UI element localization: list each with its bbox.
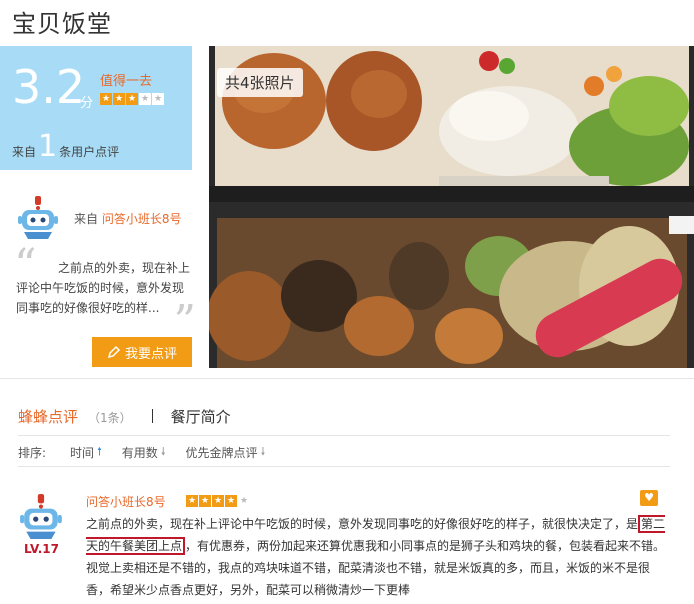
restaurant-photo[interactable]: 共4张照片 — [209, 46, 694, 368]
arrow-up-icon: 🠕 — [97, 445, 102, 458]
review-stars: ★ ★ ★ ★ ★ — [186, 495, 250, 507]
star-icon: ★ — [199, 495, 211, 507]
review-text: 之前点的外卖，现在补上评论中午吃饭的时候，意外发现同事吃的好像很好吃的样子，就很… — [86, 513, 670, 601]
score-value: 3.2 — [12, 60, 86, 114]
sort-gold-label: 优先金牌点评 — [185, 446, 258, 460]
from-suffix: 条用户点评 — [59, 145, 120, 159]
sort-useful-label: 有用数 — [121, 446, 158, 460]
sort-by-useful[interactable]: 有用数 🠗 — [122, 443, 166, 462]
featured-username[interactable]: 问答小班长8号 — [102, 212, 182, 226]
featured-from-label: 来自 — [74, 211, 99, 226]
featured-from: 来自 问答小班长8号 — [74, 210, 181, 227]
heart-icon[interactable]: ♥ — [640, 490, 658, 506]
tab-separator — [151, 409, 153, 423]
tab-intro[interactable]: 餐厅简介 — [171, 406, 231, 427]
review-count: 1 — [38, 129, 58, 164]
sort-bar: 排序: 时间 🠕 有用数 🠗 优先金牌点评 🠗 — [18, 443, 285, 462]
write-review-label: 我要点评 — [124, 346, 177, 362]
review-text-part1: 之前点的外卖，现在补上评论中午吃饭的时候，意外发现同事吃的好像很好吃的样子，就很… — [86, 517, 639, 531]
star-icon: ★ — [212, 495, 224, 507]
write-review-button[interactable]: 我要点评 — [92, 337, 192, 367]
score-panel: 3.2 分 值得一去 ★ ★ ★ ★ ★ 来自 1 条用户点评 — [0, 46, 192, 170]
arrow-down-icon: 🠗 — [160, 445, 166, 458]
sort-by-time[interactable]: 时间 🠕 — [70, 443, 102, 462]
star-empty-icon: ★ — [152, 93, 164, 105]
review-username[interactable]: 问答小班长8号 — [86, 493, 166, 510]
score-tag: 值得一去 — [100, 74, 153, 89]
star-icon: ★ — [100, 93, 112, 105]
robot-avatar-icon — [18, 196, 58, 239]
star-icon: ★ — [126, 93, 138, 105]
from-prefix: 来自 — [12, 145, 37, 159]
sort-by-gold[interactable]: 优先金牌点评 🠗 — [186, 443, 266, 462]
reviewer-level: LV.17 — [24, 542, 59, 556]
star-empty-icon: ★ — [238, 495, 250, 507]
score-stars: ★ ★ ★ ★ ★ — [100, 93, 164, 105]
star-icon: ★ — [225, 495, 237, 507]
photo-count-badge[interactable]: 共4张照片 — [217, 68, 303, 97]
section-divider — [0, 378, 694, 379]
review-count-line: 来自 1 条用户点评 — [12, 132, 119, 162]
featured-quote-text: 之前点的外卖，现在补上评论中午吃饭的时候，意外发现同事吃的好像很好吃的样... — [16, 261, 191, 315]
reviewer-avatar-icon[interactable] — [20, 494, 64, 540]
featured-quote: “ 之前点的外卖，现在补上评论中午吃饭的时候，意外发现同事吃的好像很好吃的样..… — [14, 244, 196, 344]
review-tabs: 蜂蜂点评 （1条） 餐厅简介 — [18, 406, 670, 436]
pencil-icon — [107, 345, 121, 359]
arrow-down-icon: 🠗 — [260, 445, 266, 458]
sort-time-label: 时间 — [70, 446, 95, 460]
score-unit: 分 — [80, 96, 94, 111]
tab-reviews-count: （1条） — [88, 411, 132, 425]
featured-reviewer: 来自 问答小班长8号 — [18, 196, 181, 240]
star-icon: ★ — [113, 93, 125, 105]
sort-divider — [18, 466, 670, 467]
restaurant-name: 宝贝饭堂 — [12, 10, 112, 38]
tab-reviews[interactable]: 蜂蜂点评 — [18, 406, 78, 427]
star-empty-icon: ★ — [139, 93, 151, 105]
sort-label: 排序: — [18, 446, 47, 460]
star-icon: ★ — [186, 495, 198, 507]
